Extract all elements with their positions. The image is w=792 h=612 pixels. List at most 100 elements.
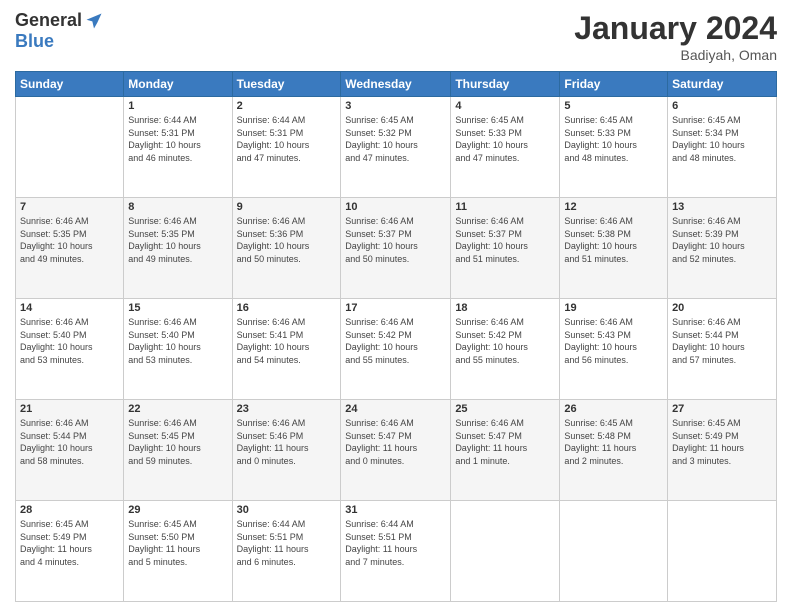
- day-cell: 17 Sunrise: 6:46 AMSunset: 5:42 PMDayligh…: [341, 299, 451, 400]
- week-row-2: 14 Sunrise: 6:46 AMSunset: 5:40 PMDayligh…: [16, 299, 777, 400]
- day-number: 29: [128, 504, 227, 516]
- day-number: 27: [672, 403, 772, 415]
- day-info: Sunrise: 6:44 AMSunset: 5:31 PMDaylight:…: [128, 114, 227, 164]
- day-cell: 8Sunrise: 6:46 AMSunset: 5:35 PMDaylight…: [124, 198, 232, 299]
- day-number: 22: [128, 403, 227, 415]
- day-cell: 7 Sunrise: 6:46 AMSunset: 5:35 PMDaylight…: [16, 198, 124, 299]
- day-number: 20: [672, 302, 772, 314]
- day-cell: 11Sunrise: 6:46 AMSunset: 5:37 PMDayligh…: [451, 198, 560, 299]
- day-number: 21: [20, 403, 119, 415]
- day-number: 30: [237, 504, 337, 516]
- day-number: 26: [564, 403, 663, 415]
- day-number: 7: [20, 201, 119, 213]
- day-number: 4: [455, 100, 555, 112]
- day-cell: 3 Sunrise: 6:45 AMSunset: 5:32 PMDaylight…: [341, 97, 451, 198]
- day-cell: 13 Sunrise: 6:46 AMSunset: 5:39 PMDayligh…: [668, 198, 777, 299]
- week-row-1: 7 Sunrise: 6:46 AMSunset: 5:35 PMDaylight…: [16, 198, 777, 299]
- day-info: Sunrise: 6:46 AMSunset: 5:38 PMDaylight:…: [564, 215, 663, 265]
- day-info: Sunrise: 6:45 AMSunset: 5:33 PMDaylight:…: [564, 114, 663, 164]
- day-number: 18: [455, 302, 555, 314]
- day-info: Sunrise: 6:45 AMSunset: 5:48 PMDaylight:…: [564, 417, 663, 467]
- day-cell: 6Sunrise: 6:45 AMSunset: 5:34 PMDaylight…: [668, 97, 777, 198]
- day-cell: 21 Sunrise: 6:46 AMSunset: 5:44 PMDayligh…: [16, 400, 124, 501]
- day-number: 17: [345, 302, 446, 314]
- title-area: January 2024 Badiyah, Oman: [574, 10, 777, 63]
- day-number: 11: [455, 201, 555, 213]
- logo-general: General: [15, 10, 82, 31]
- day-number: 14: [20, 302, 119, 314]
- week-row-0: 1 Sunrise: 6:44 AMSunset: 5:31 PMDaylight…: [16, 97, 777, 198]
- location: Badiyah, Oman: [574, 47, 777, 63]
- day-info: Sunrise: 6:46 AMSunset: 5:40 PMDaylight:…: [20, 316, 119, 366]
- header-wednesday: Wednesday: [341, 72, 451, 97]
- header-tuesday: Tuesday: [232, 72, 341, 97]
- page: General Blue January 2024 Badiyah, Oman …: [0, 0, 792, 612]
- day-info: Sunrise: 6:46 AMSunset: 5:45 PMDaylight:…: [128, 417, 227, 467]
- day-cell: [16, 97, 124, 198]
- logo-text: General: [15, 10, 104, 31]
- day-info: Sunrise: 6:45 AMSunset: 5:33 PMDaylight:…: [455, 114, 555, 164]
- day-cell: 26 Sunrise: 6:45 AMSunset: 5:48 PMDayligh…: [560, 400, 668, 501]
- day-info: Sunrise: 6:46 AMSunset: 5:42 PMDaylight:…: [345, 316, 446, 366]
- day-number: 8: [128, 201, 227, 213]
- day-number: 9: [237, 201, 337, 213]
- day-cell: 14 Sunrise: 6:46 AMSunset: 5:40 PMDayligh…: [16, 299, 124, 400]
- day-number: 28: [20, 504, 119, 516]
- day-info: Sunrise: 6:45 AMSunset: 5:49 PMDaylight:…: [672, 417, 772, 467]
- day-cell: 25 Sunrise: 6:46 AMSunset: 5:47 PMDayligh…: [451, 400, 560, 501]
- day-info: Sunrise: 6:46 AMSunset: 5:36 PMDaylight:…: [237, 215, 337, 265]
- day-info: Sunrise: 6:46 AMSunset: 5:47 PMDaylight:…: [455, 417, 555, 467]
- day-cell: 9 Sunrise: 6:46 AMSunset: 5:36 PMDaylight…: [232, 198, 341, 299]
- day-info: Sunrise: 6:45 AMSunset: 5:34 PMDaylight:…: [672, 114, 772, 164]
- day-info: Sunrise: 6:45 AMSunset: 5:32 PMDaylight:…: [345, 114, 446, 164]
- day-cell: 30 Sunrise: 6:44 AMSunset: 5:51 PMDayligh…: [232, 501, 341, 602]
- header: General Blue January 2024 Badiyah, Oman: [15, 10, 777, 63]
- day-number: 23: [237, 403, 337, 415]
- header-sunday: Sunday: [16, 72, 124, 97]
- days-header-row: Sunday Monday Tuesday Wednesday Thursday…: [16, 72, 777, 97]
- day-cell: [451, 501, 560, 602]
- day-cell: [560, 501, 668, 602]
- day-info: Sunrise: 6:46 AMSunset: 5:46 PMDaylight:…: [237, 417, 337, 467]
- day-number: 3: [345, 100, 446, 112]
- day-cell: 12 Sunrise: 6:46 AMSunset: 5:38 PMDayligh…: [560, 198, 668, 299]
- day-cell: 4 Sunrise: 6:45 AMSunset: 5:33 PMDaylight…: [451, 97, 560, 198]
- day-number: 24: [345, 403, 446, 415]
- day-cell: 15Sunrise: 6:46 AMSunset: 5:40 PMDayligh…: [124, 299, 232, 400]
- day-number: 25: [455, 403, 555, 415]
- day-cell: 19Sunrise: 6:46 AMSunset: 5:43 PMDayligh…: [560, 299, 668, 400]
- day-cell: 10Sunrise: 6:46 AMSunset: 5:37 PMDayligh…: [341, 198, 451, 299]
- day-info: Sunrise: 6:46 AMSunset: 5:43 PMDaylight:…: [564, 316, 663, 366]
- day-cell: 16 Sunrise: 6:46 AMSunset: 5:41 PMDayligh…: [232, 299, 341, 400]
- header-friday: Friday: [560, 72, 668, 97]
- day-cell: 20 Sunrise: 6:46 AMSunset: 5:44 PMDayligh…: [668, 299, 777, 400]
- day-info: Sunrise: 6:45 AMSunset: 5:50 PMDaylight:…: [128, 518, 227, 568]
- day-info: Sunrise: 6:44 AMSunset: 5:51 PMDaylight:…: [237, 518, 337, 568]
- day-number: 1: [128, 100, 227, 112]
- day-cell: 31 Sunrise: 6:44 AMSunset: 5:51 PMDayligh…: [341, 501, 451, 602]
- day-info: Sunrise: 6:46 AMSunset: 5:47 PMDaylight:…: [345, 417, 446, 467]
- day-number: 2: [237, 100, 337, 112]
- day-cell: 22 Sunrise: 6:46 AMSunset: 5:45 PMDayligh…: [124, 400, 232, 501]
- day-info: Sunrise: 6:46 AMSunset: 5:44 PMDaylight:…: [20, 417, 119, 467]
- logo: General Blue: [15, 10, 104, 52]
- logo-bird-icon: [84, 11, 104, 31]
- header-saturday: Saturday: [668, 72, 777, 97]
- day-cell: 27 Sunrise: 6:45 AMSunset: 5:49 PMDayligh…: [668, 400, 777, 501]
- day-info: Sunrise: 6:44 AMSunset: 5:51 PMDaylight:…: [345, 518, 446, 568]
- day-cell: 2 Sunrise: 6:44 AMSunset: 5:31 PMDaylight…: [232, 97, 341, 198]
- day-number: 10: [345, 201, 446, 213]
- day-info: Sunrise: 6:46 AMSunset: 5:39 PMDaylight:…: [672, 215, 772, 265]
- day-number: 12: [564, 201, 663, 213]
- day-cell: 23 Sunrise: 6:46 AMSunset: 5:46 PMDayligh…: [232, 400, 341, 501]
- day-info: Sunrise: 6:44 AMSunset: 5:31 PMDaylight:…: [237, 114, 337, 164]
- day-number: 31: [345, 504, 446, 516]
- month-title: January 2024: [574, 10, 777, 47]
- day-number: 16: [237, 302, 337, 314]
- day-info: Sunrise: 6:46 AMSunset: 5:44 PMDaylight:…: [672, 316, 772, 366]
- day-number: 13: [672, 201, 772, 213]
- day-info: Sunrise: 6:46 AMSunset: 5:35 PMDaylight:…: [20, 215, 119, 265]
- day-cell: 24 Sunrise: 6:46 AMSunset: 5:47 PMDayligh…: [341, 400, 451, 501]
- day-cell: 18Sunrise: 6:46 AMSunset: 5:42 PMDayligh…: [451, 299, 560, 400]
- day-info: Sunrise: 6:46 AMSunset: 5:41 PMDaylight:…: [237, 316, 337, 366]
